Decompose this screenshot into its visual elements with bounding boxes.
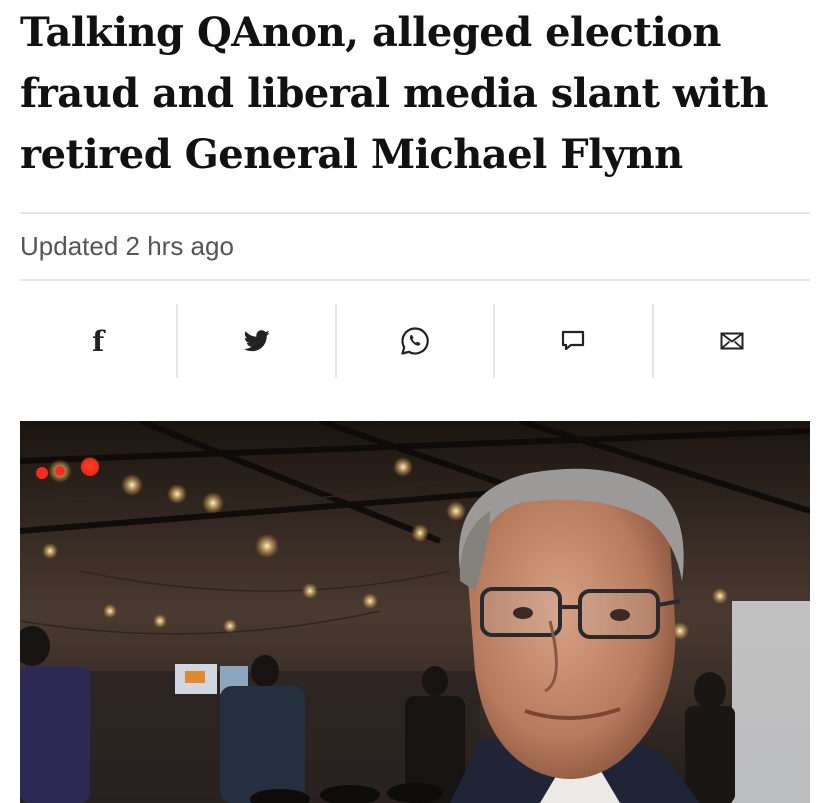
share-bar: f [20, 304, 810, 378]
updated-timestamp: Updated 2 hrs ago [20, 231, 234, 261]
share-comment-button[interactable] [495, 304, 654, 378]
email-icon [720, 332, 744, 350]
whatsapp-icon [401, 327, 429, 355]
photo-illustration [20, 421, 810, 803]
divider-bottom [20, 279, 810, 281]
article-headline: Talking QAnon, alleged election fraud an… [20, 9, 769, 178]
share-email-button[interactable] [654, 304, 810, 378]
twitter-icon [243, 330, 270, 352]
divider-top [20, 212, 810, 214]
share-facebook-button[interactable]: f [20, 304, 179, 378]
article-photo [20, 421, 810, 803]
share-twitter-button[interactable] [178, 304, 337, 378]
comment-icon [562, 330, 585, 351]
facebook-icon: f [92, 324, 105, 358]
share-whatsapp-button[interactable] [337, 304, 496, 378]
